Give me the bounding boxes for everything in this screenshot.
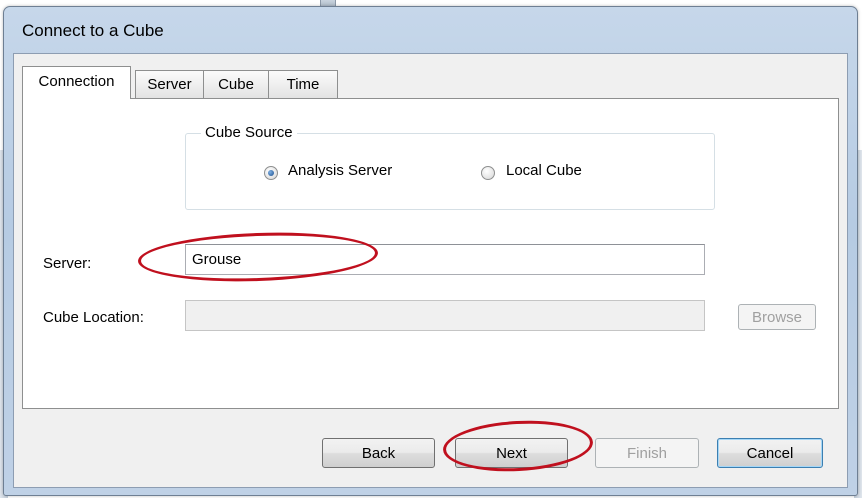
tab-cube[interactable]: Cube: [203, 70, 269, 98]
local-cube-radio[interactable]: [481, 166, 495, 180]
title-bar[interactable]: Connect to a Cube: [4, 7, 857, 53]
server-label: Server:: [43, 255, 92, 272]
connect-to-cube-dialog: Connect to a Cube Connection Server Cube…: [3, 6, 858, 496]
browse-button[interactable]: Browse: [738, 304, 816, 330]
finish-button[interactable]: Finish: [595, 438, 699, 468]
cube-source-legend: Cube Source: [201, 124, 297, 141]
cube-source-group: Cube Source Analysis Server Local Cube: [185, 124, 715, 210]
next-button[interactable]: Next: [455, 438, 568, 468]
cube-location-label: Cube Location:: [43, 309, 144, 326]
analysis-server-label[interactable]: Analysis Server: [288, 162, 392, 179]
connection-tab-panel: Cube Source Analysis Server Local Cube S…: [22, 98, 839, 409]
back-button[interactable]: Back: [322, 438, 435, 468]
tab-server[interactable]: Server: [135, 70, 204, 98]
cube-location-input[interactable]: [185, 300, 705, 331]
tab-time[interactable]: Time: [268, 70, 338, 98]
dialog-title: Connect to a Cube: [22, 21, 164, 40]
dialog-client-area: Connection Server Cube Time Cube Source …: [13, 53, 848, 488]
analysis-server-radio[interactable]: [264, 166, 278, 180]
server-input[interactable]: Grouse: [185, 244, 705, 275]
cancel-button[interactable]: Cancel: [717, 438, 823, 468]
server-input-value: Grouse: [192, 251, 242, 268]
tab-connection[interactable]: Connection: [22, 66, 131, 99]
local-cube-label[interactable]: Local Cube: [506, 162, 582, 179]
